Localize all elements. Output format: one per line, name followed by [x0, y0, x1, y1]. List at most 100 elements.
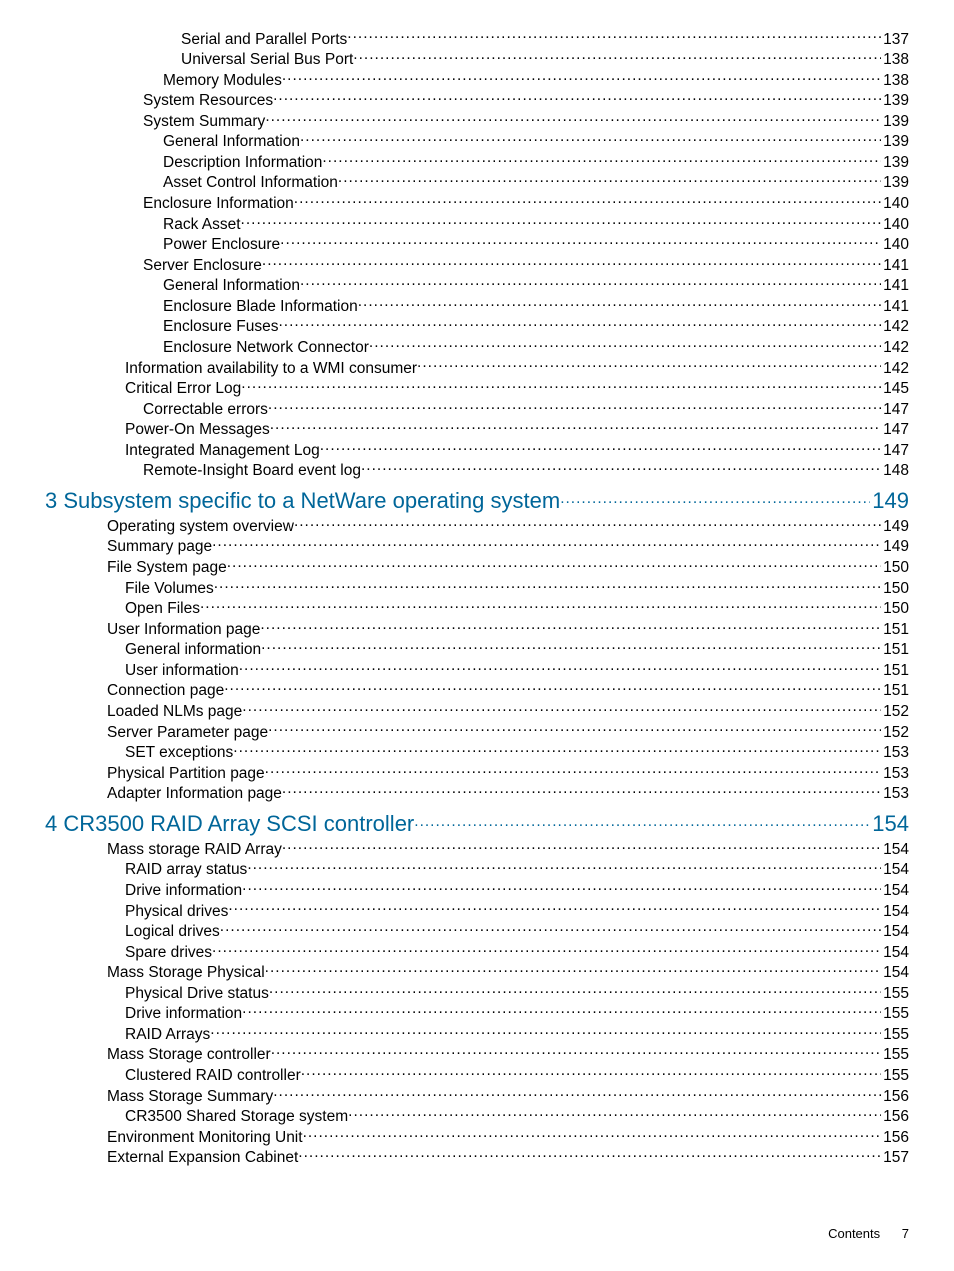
toc-entry: Mass storage RAID Array154	[45, 838, 909, 859]
toc-entry-page: 151	[881, 661, 909, 680]
toc-entry-page: 155	[881, 1045, 909, 1064]
toc-entry-title: Power Enclosure	[163, 235, 280, 254]
toc-entry: Serial and Parallel Ports137	[45, 28, 909, 49]
footer-page-number: 7	[902, 1226, 909, 1241]
toc-entry: Loaded NLMs page152	[45, 700, 909, 721]
toc-entry-page: 154	[870, 810, 909, 837]
toc-entry: Operating system overview149	[45, 515, 909, 536]
toc-entry-page: 149	[870, 487, 909, 514]
toc-entry-title: Serial and Parallel Ports	[181, 30, 347, 49]
toc-entry: Description Information 139	[45, 151, 909, 172]
toc-entry-page: 148	[881, 461, 909, 480]
toc-entry-title: Remote-Insight Board event log	[143, 461, 361, 480]
toc-leader-dots	[242, 879, 881, 895]
toc-leader-dots	[414, 816, 870, 832]
toc-leader-dots	[282, 838, 881, 854]
toc-entry: Power-On Messages147	[45, 419, 909, 440]
toc-entry: File Volumes 150	[45, 577, 909, 598]
toc-entry-page: 152	[881, 702, 909, 721]
toc-leader-dots	[294, 515, 881, 531]
toc-entry-title: Information availability to a WMI consum…	[125, 359, 417, 378]
toc-entry-title: SET exceptions	[125, 743, 233, 762]
toc-leader-dots	[560, 493, 870, 509]
toc-entry: Rack Asset140	[45, 213, 909, 234]
toc-entry-title: Description Information	[163, 153, 322, 172]
toc-entry: Integrated Management Log147	[45, 439, 909, 460]
toc-entry-page: 141	[881, 256, 909, 275]
toc-leader-dots	[239, 659, 881, 675]
toc-entry: User Information page151	[45, 618, 909, 639]
toc-entry: Server Enclosure141	[45, 254, 909, 275]
toc-entry: Enclosure Blade Information 141	[45, 295, 909, 316]
toc-entry-title: Enclosure Network Connector	[163, 338, 369, 357]
toc-entry: Power Enclosure140	[45, 234, 909, 255]
toc-entry: Information availability to a WMI consum…	[45, 357, 909, 378]
toc-entry-title: General information	[125, 640, 261, 659]
toc-leader-dots	[262, 254, 881, 270]
toc-leader-dots	[210, 1023, 881, 1039]
toc-entry-page: 138	[881, 71, 909, 90]
toc-leader-dots	[212, 536, 881, 552]
toc-entry-title: Rack Asset	[163, 215, 241, 234]
toc-entry-page: 147	[881, 441, 909, 460]
toc-entry: File System page150	[45, 557, 909, 578]
toc-chapter-entry: 4 CR3500 RAID Array SCSI controller154	[45, 810, 909, 837]
toc-leader-dots	[242, 700, 881, 716]
toc-leader-dots	[358, 295, 881, 311]
toc-entry-page: 151	[881, 681, 909, 700]
toc-chapter-entry: 3 Subsystem specific to a NetWare operat…	[45, 487, 909, 514]
toc-entry-title: Logical drives	[125, 922, 220, 941]
toc-entry-page: 152	[881, 723, 909, 742]
toc-entry-title: Open Files	[125, 599, 200, 618]
toc-leader-dots	[353, 49, 881, 65]
toc-leader-dots	[241, 378, 881, 394]
toc-entry-title: System Resources	[143, 91, 273, 110]
toc-entry-page: 139	[881, 112, 909, 131]
toc-entry-title: User Information page	[107, 620, 260, 639]
toc-leader-dots	[271, 1044, 881, 1060]
toc-entry-page: 139	[881, 153, 909, 172]
toc-entry: Drive information154	[45, 879, 909, 900]
toc-entry-page: 154	[881, 902, 909, 921]
toc-entry-page: 139	[881, 132, 909, 151]
toc-entry-title: Operating system overview	[107, 517, 294, 536]
toc-entry: User information 151	[45, 659, 909, 680]
toc-entry-page: 141	[881, 276, 909, 295]
toc-entry-title: User information	[125, 661, 239, 680]
toc-entry-page: 153	[881, 743, 909, 762]
toc-entry: Summary page149	[45, 536, 909, 557]
toc-entry: Adapter Information page153	[45, 783, 909, 804]
toc-entry-title: Environment Monitoring Unit	[107, 1128, 303, 1147]
toc-entry: RAID Arrays155	[45, 1023, 909, 1044]
toc-entry: Correctable errors147	[45, 398, 909, 419]
toc-entry-title: File Volumes	[125, 579, 214, 598]
page-footer: Contents 7	[828, 1226, 909, 1241]
toc-entry-page: 147	[881, 420, 909, 439]
toc-entry-title: Enclosure Blade Information	[163, 297, 358, 316]
toc-leader-dots	[369, 336, 881, 352]
toc-entry: Spare drives154	[45, 941, 909, 962]
toc-entry: Enclosure Information140	[45, 193, 909, 214]
toc-entry-page: 142	[881, 338, 909, 357]
toc-entry-page: 140	[881, 194, 909, 213]
toc-leader-dots	[294, 193, 881, 209]
toc-leader-dots	[214, 577, 881, 593]
toc-leader-dots	[273, 90, 881, 106]
toc-entry-page: 151	[881, 640, 909, 659]
toc-entry-page: 150	[881, 599, 909, 618]
toc-entry-page: 149	[881, 537, 909, 556]
toc-entry-page: 150	[881, 579, 909, 598]
toc-entry: Enclosure Fuses142	[45, 316, 909, 337]
toc-entry-page: 153	[881, 764, 909, 783]
toc-entry-page: 138	[881, 50, 909, 69]
toc-entry: Asset Control Information139	[45, 172, 909, 193]
toc-entry-page: 141	[881, 297, 909, 316]
toc-entry: Mass Storage controller155	[45, 1044, 909, 1065]
toc-entry-title: Mass storage RAID Array	[107, 840, 282, 859]
toc-entry-page: 156	[881, 1087, 909, 1106]
toc-leader-dots	[301, 1065, 881, 1081]
toc-entry-title: Correctable errors	[143, 400, 268, 419]
toc-leader-dots	[241, 213, 882, 229]
toc-entry-page: 142	[881, 317, 909, 336]
toc-leader-dots	[268, 721, 881, 737]
